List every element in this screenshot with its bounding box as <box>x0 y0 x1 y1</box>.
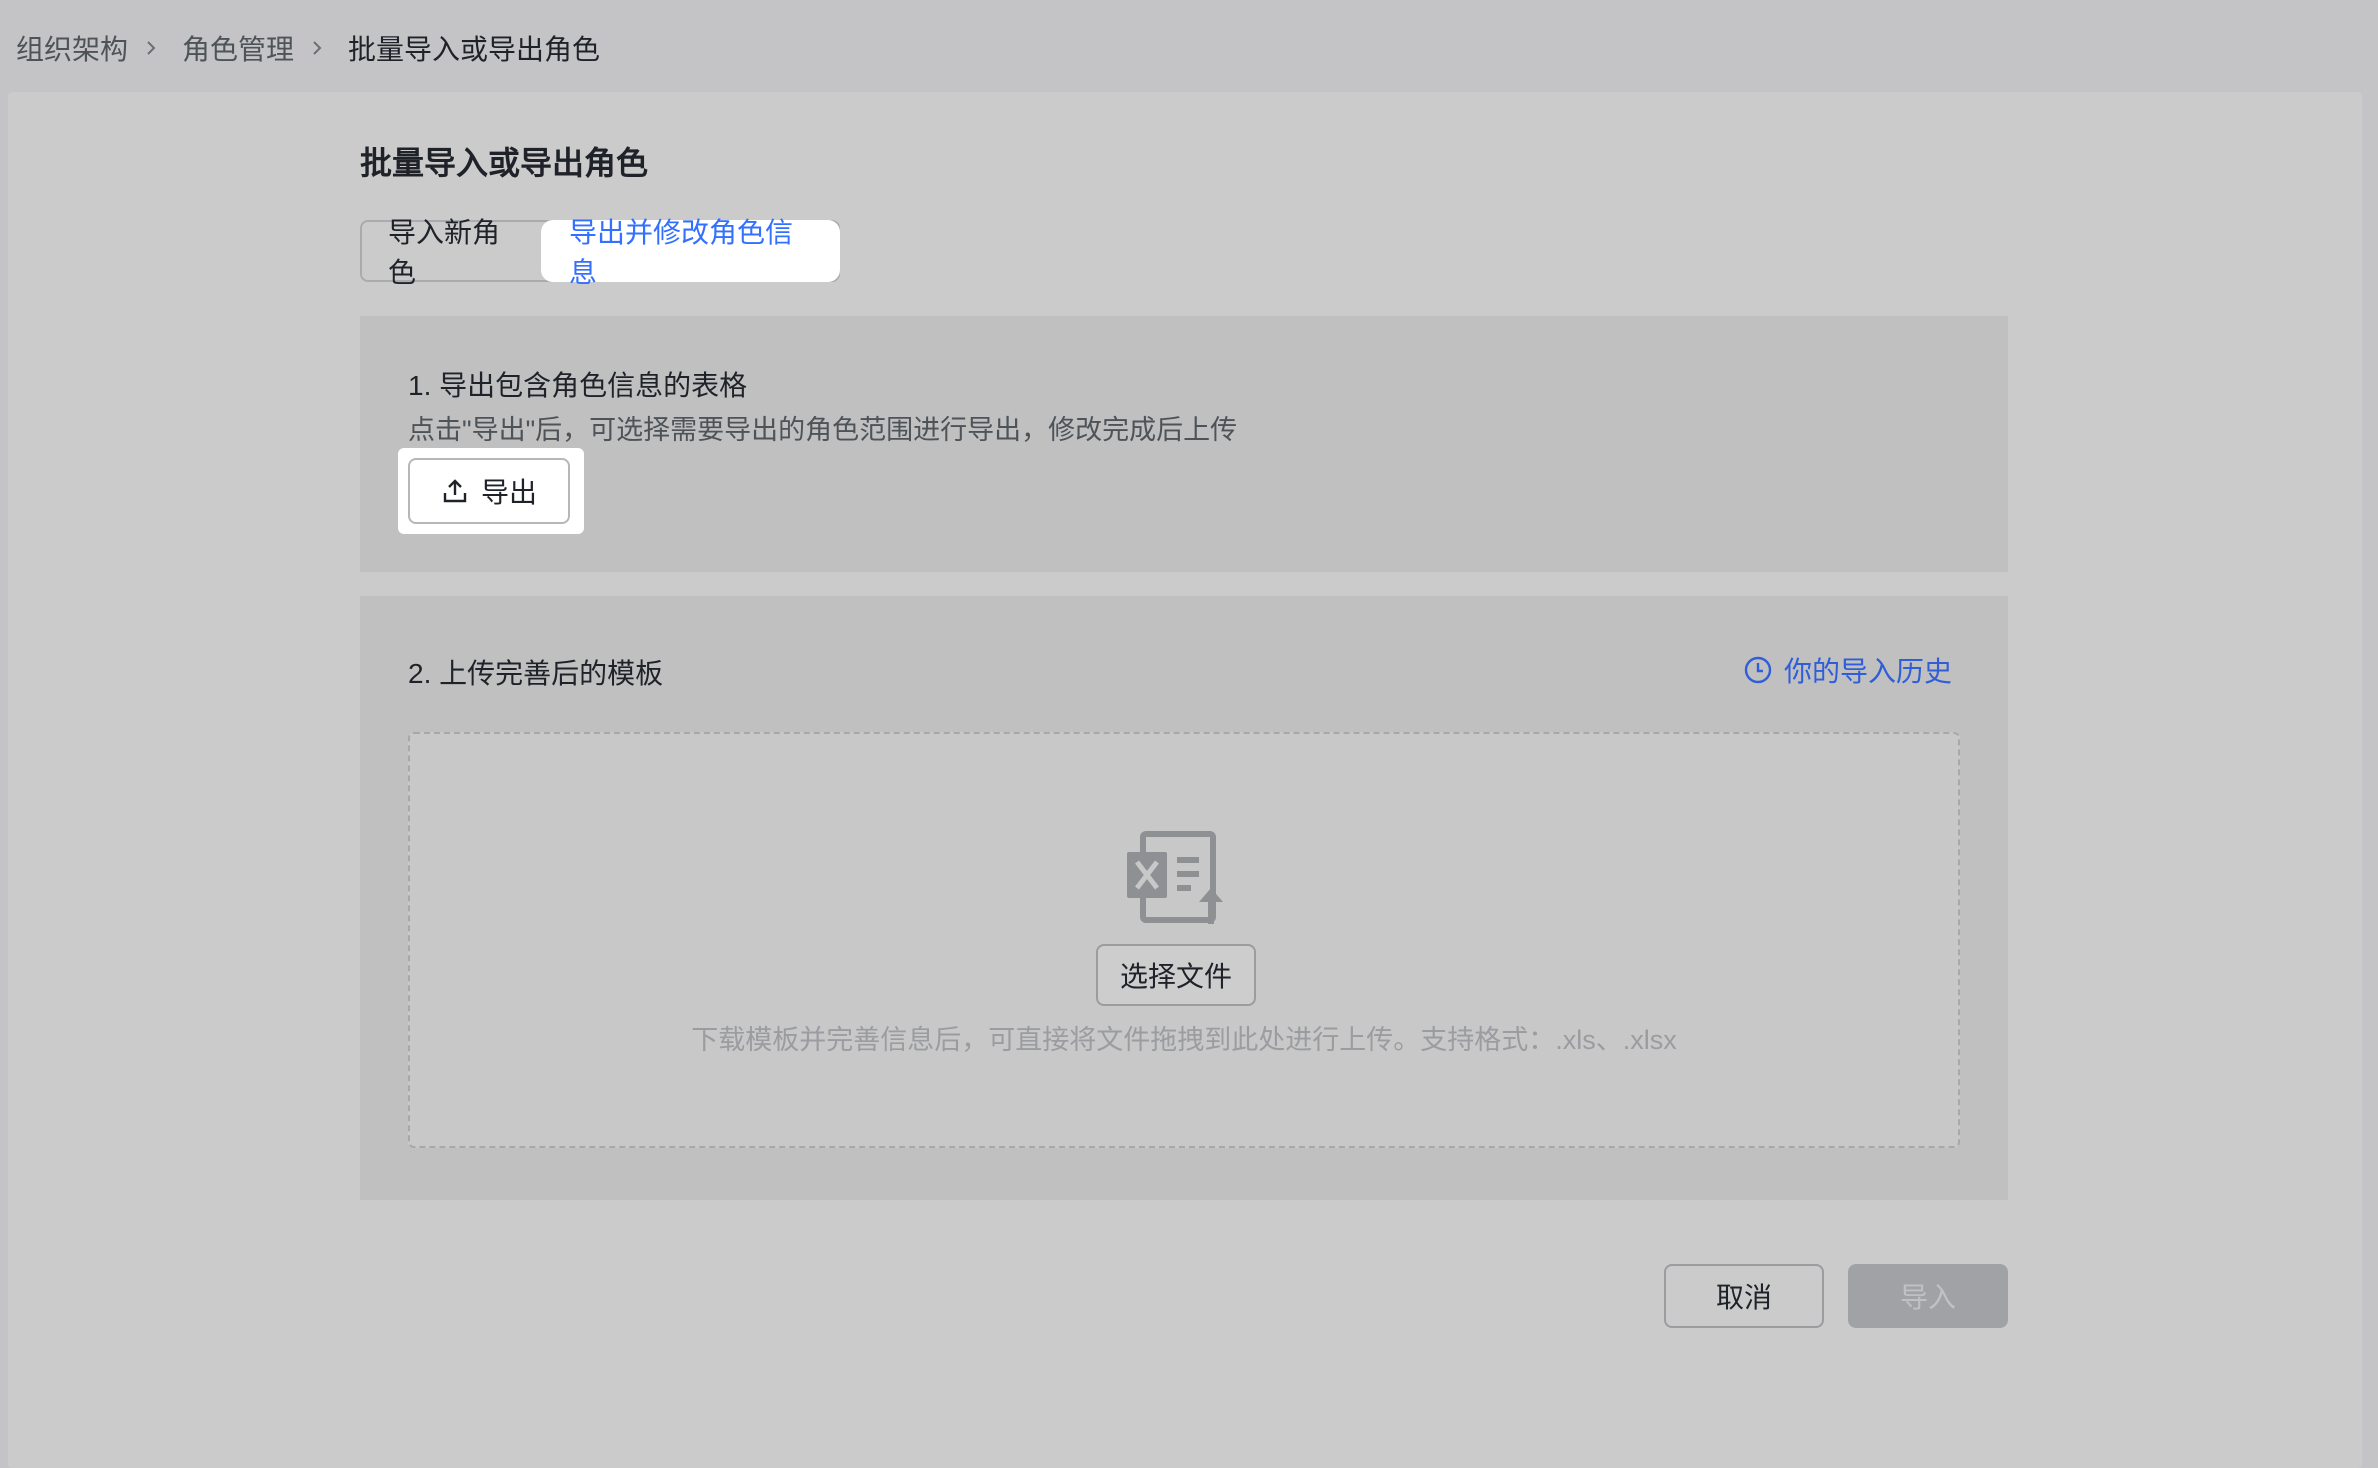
upload-section-title: 2. 上传完善后的模板 <box>408 658 664 689</box>
breadcrumb-item-roles[interactable]: 角色管理 <box>182 28 294 68</box>
file-dropzone[interactable]: 选择文件 下载模板并完善信息后，可直接将文件拖拽到此处进行上传。支持格式：.xl… <box>408 732 1960 1148</box>
import-button[interactable]: 导入 <box>1848 1264 2008 1328</box>
export-button[interactable]: 导出 <box>408 458 570 524</box>
choose-file-button[interactable]: 选择文件 <box>1096 944 1256 1006</box>
import-history-label: 你的导入历史 <box>1783 656 1952 687</box>
export-section: 1. 导出包含角色信息的表格 点击"导出"后，可选择需要导出的角色范围进行导出，… <box>360 316 2008 572</box>
tab-group: 导入新角色 导出并修改角色信息 <box>360 217 840 288</box>
breadcrumb-item-org[interactable]: 组织架构 <box>16 28 128 68</box>
upload-section: 2. 上传完善后的模板 你的导入历史 选择文件 下载模板并完善信息后，可直接将文… <box>360 596 2008 1200</box>
export-section-title: 1. 导出包含角色信息的表格 <box>408 370 748 401</box>
export-section-description: 点击"导出"后，可选择需要导出的角色范围进行导出，修改完成后上传 <box>408 415 1238 445</box>
page-title: 批量导入或导出角色 <box>360 145 649 181</box>
export-button-label: 导出 <box>480 477 537 508</box>
cancel-button[interactable]: 取消 <box>1664 1264 1824 1328</box>
excel-upload-icon <box>1125 830 1231 926</box>
chevron-right-icon <box>308 39 326 57</box>
breadcrumb: 组织架构 角色管理 批量导入或导出角色 <box>16 26 600 70</box>
tab-import-new-role[interactable]: 导入新角色 <box>366 217 545 288</box>
upload-icon <box>441 477 469 505</box>
export-button-highlight: 导出 <box>398 448 584 534</box>
tab-export-modify-role[interactable]: 导出并修改角色信息 <box>547 217 834 288</box>
import-history-link[interactable]: 你的导入历史 <box>1742 650 1952 690</box>
clock-icon <box>1742 654 1774 686</box>
chevron-right-icon <box>142 39 160 57</box>
upload-hint: 下载模板并完善信息后，可直接将文件拖拽到此处进行上传。支持格式：.xls、.xl… <box>691 1025 1677 1055</box>
breadcrumb-current: 批量导入或导出角色 <box>348 34 601 65</box>
